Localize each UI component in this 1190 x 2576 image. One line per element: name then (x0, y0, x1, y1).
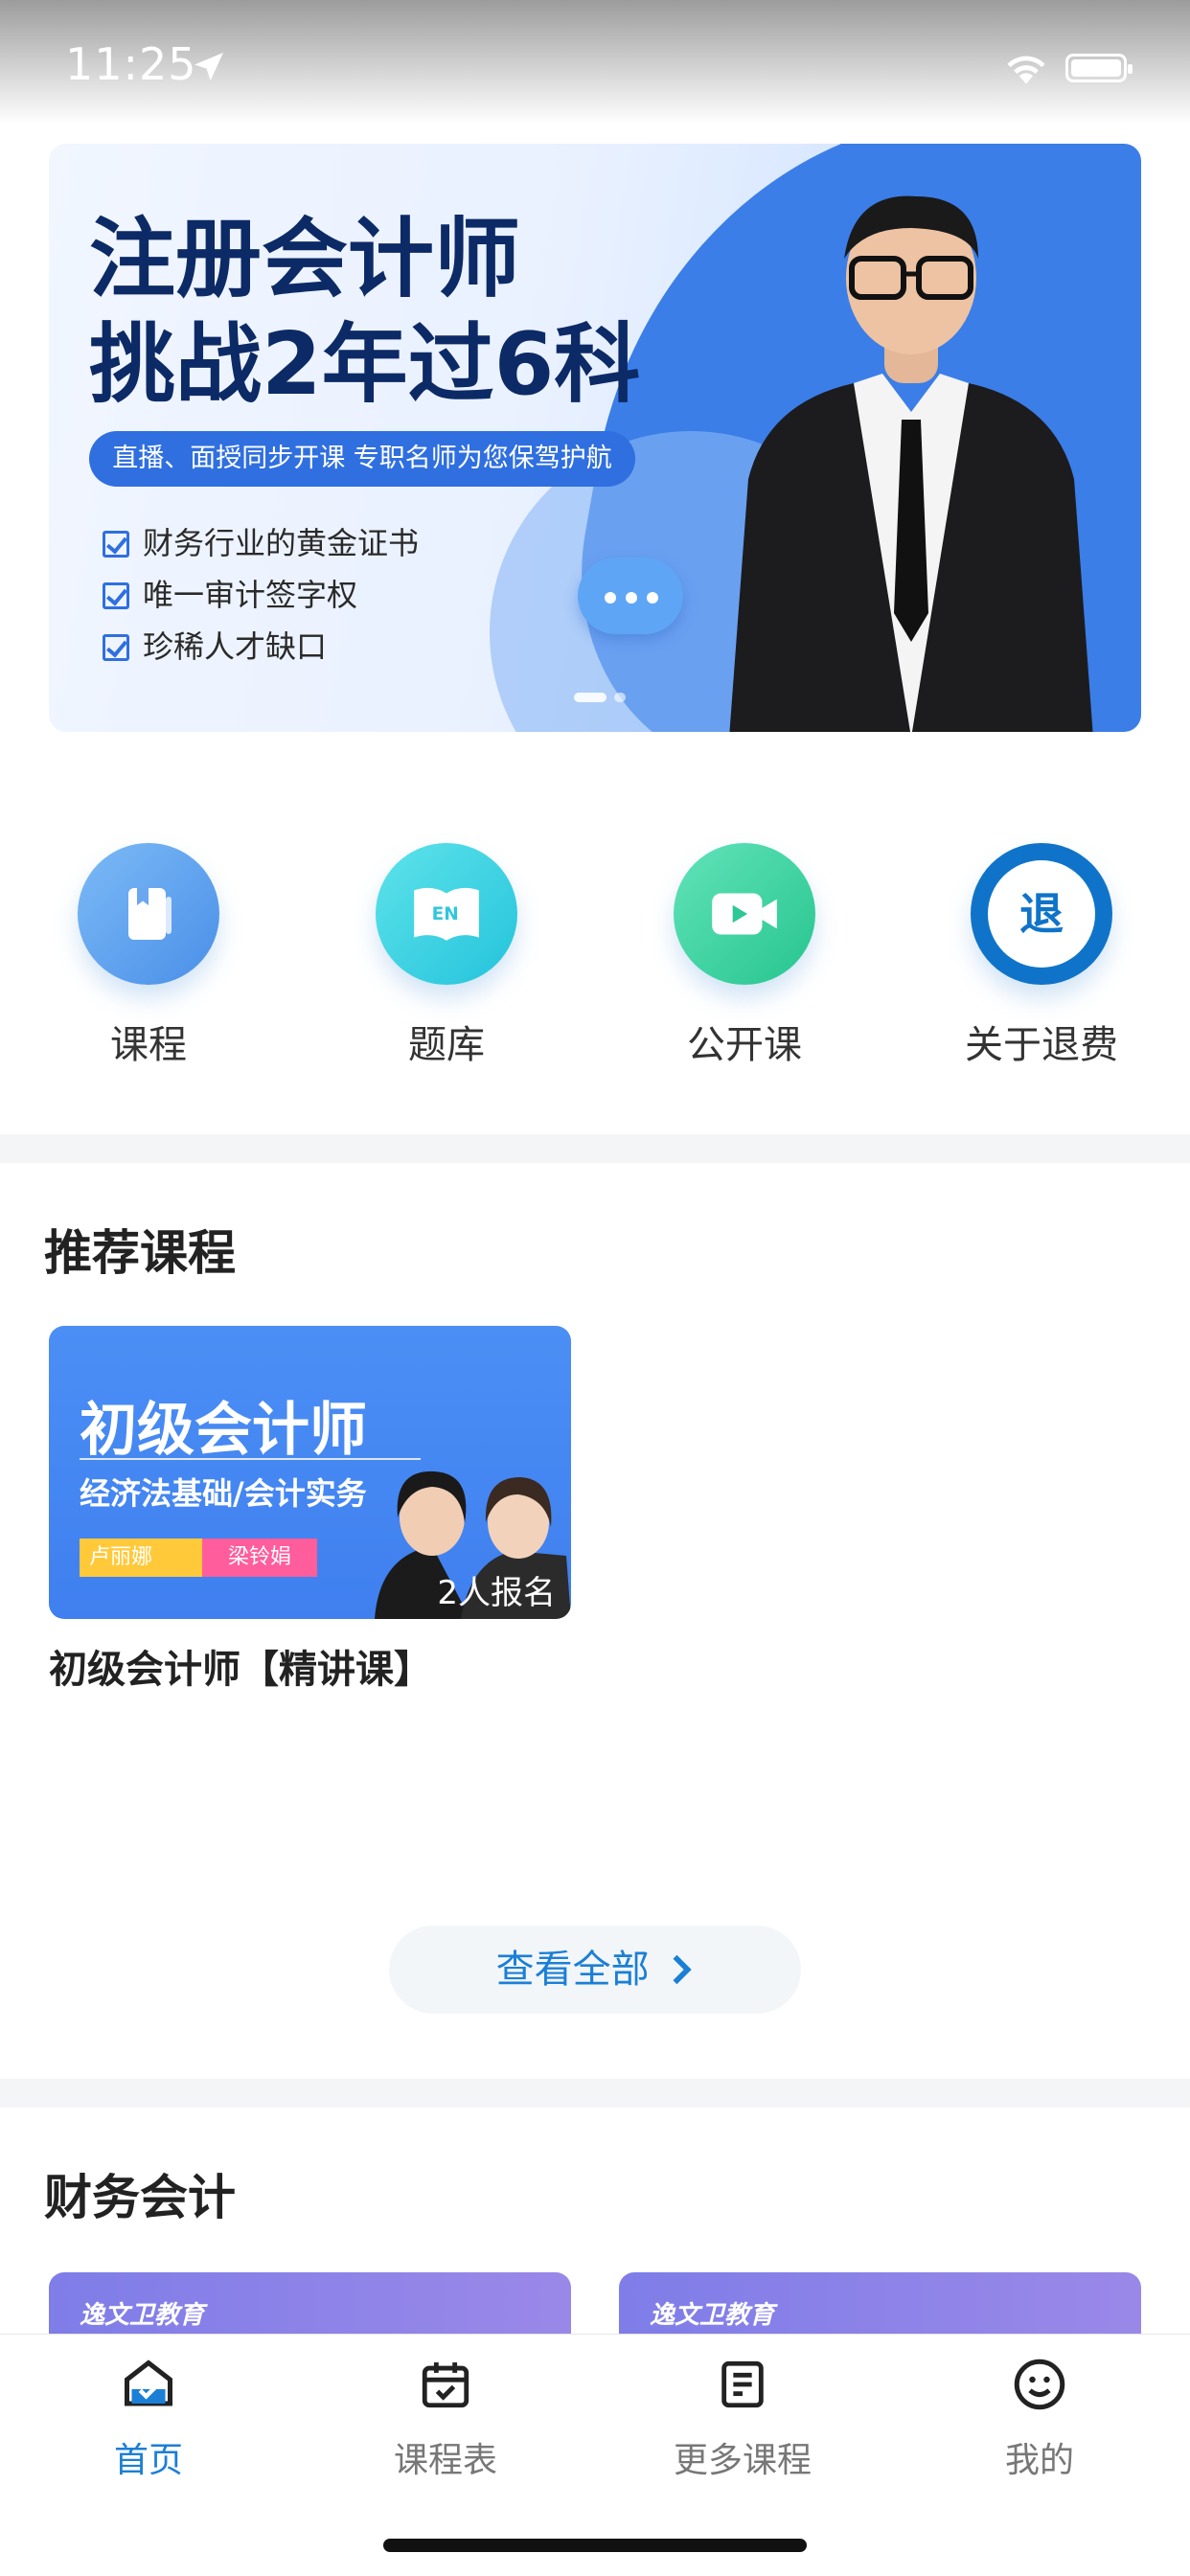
battery-icon (1065, 54, 1133, 82)
tab-schedule[interactable]: 课程表 (350, 2354, 541, 2482)
banner-tagline: 直播、面授同步开课 专职名师为您保驾护航 (89, 431, 635, 487)
teacher-tag: 卢丽娜 (80, 1539, 204, 1577)
chevron-right-icon (673, 1954, 693, 1985)
tab-more-courses[interactable]: 更多课程 (647, 2354, 838, 2482)
tab-mine[interactable]: 我的 (944, 2354, 1135, 2482)
checkbox-icon (103, 531, 129, 558)
quick-link-label: 关于退费 (965, 1023, 1118, 1067)
view-all-button[interactable]: 查看全部 (389, 1926, 801, 2014)
course-cover-subtitle: 经济法基础/会计实务 (80, 1475, 367, 1512)
document-icon (647, 2354, 838, 2415)
course-cover-title: 初级会计师 (80, 1397, 367, 1464)
section-title-finance: 财务会计 (44, 2170, 236, 2225)
banner-check-item: 珍稀人才缺口 (103, 623, 327, 667)
status-bar: 11:25 (0, 0, 1190, 125)
course-card[interactable]: 初级会计师 经济法基础/会计实务 卢丽娜 梁铃娟 2人报名 (49, 1326, 571, 1619)
refund-icon: 退 (971, 843, 1112, 985)
quick-link-open-course[interactable]: 公开课 (668, 843, 821, 1069)
location-icon (190, 48, 228, 90)
status-time: 11:25 (65, 38, 197, 90)
brand-logo: 逸文卫教育 (80, 2301, 205, 2330)
banner-title: 注册会计师 挑战2年过6科 (89, 209, 641, 415)
checkbox-icon (103, 582, 129, 609)
video-icon (674, 843, 815, 985)
quick-link-label: 公开课 (687, 1023, 802, 1067)
banner-check-item: 财务行业的黄金证书 (103, 519, 419, 563)
calendar-icon (350, 2354, 541, 2415)
chat-bubble-icon (578, 558, 683, 634)
book-icon (78, 843, 219, 985)
en-book-icon: EN (376, 843, 517, 985)
smiley-icon (944, 2354, 1135, 2415)
quick-link-refund[interactable]: 退 关于退费 (965, 843, 1118, 1069)
course-title[interactable]: 初级会计师【精讲课】 (49, 1638, 432, 1694)
promo-banner[interactable]: 注册会计师 挑战2年过6科 直播、面授同步开课 专职名师为您保驾护航 财务行业的黄… (49, 144, 1141, 732)
banner-check-item: 唯一审计签字权 (103, 571, 357, 615)
teacher-photo (710, 163, 1112, 732)
section-divider (0, 1134, 1190, 1163)
svg-text:EN: EN (432, 904, 459, 924)
checkbox-icon (103, 634, 129, 661)
wifi-icon (1002, 50, 1050, 90)
carousel-indicator (574, 688, 633, 706)
brand-logo: 逸文卫教育 (650, 2301, 775, 2330)
enroll-count: 2人报名 (437, 1574, 556, 1612)
quick-link-label: 题库 (408, 1023, 485, 1067)
quick-link-course[interactable]: 课程 (72, 843, 225, 1069)
quick-link-label: 课程 (110, 1023, 187, 1067)
home-icon (53, 2354, 244, 2415)
tab-home[interactable]: 首页 (53, 2354, 244, 2482)
teacher-tag: 梁铃娟 (202, 1539, 317, 1577)
home-indicator (383, 2539, 807, 2552)
quick-link-question-bank[interactable]: EN 题库 (370, 843, 523, 1069)
section-divider (0, 2079, 1190, 2108)
section-title-recommended: 推荐课程 (44, 1225, 236, 1281)
